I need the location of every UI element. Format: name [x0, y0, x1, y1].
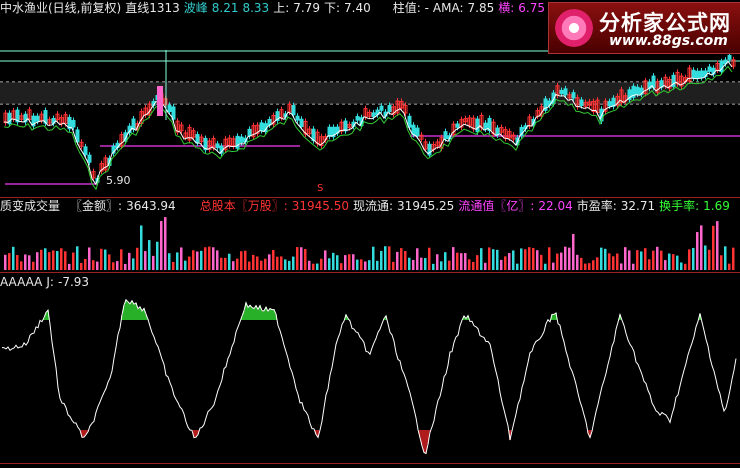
panel-divider-3: [0, 463, 740, 464]
kdj-j-line: [1, 298, 737, 455]
kdj-indicator-chart[interactable]: [0, 0, 740, 468]
